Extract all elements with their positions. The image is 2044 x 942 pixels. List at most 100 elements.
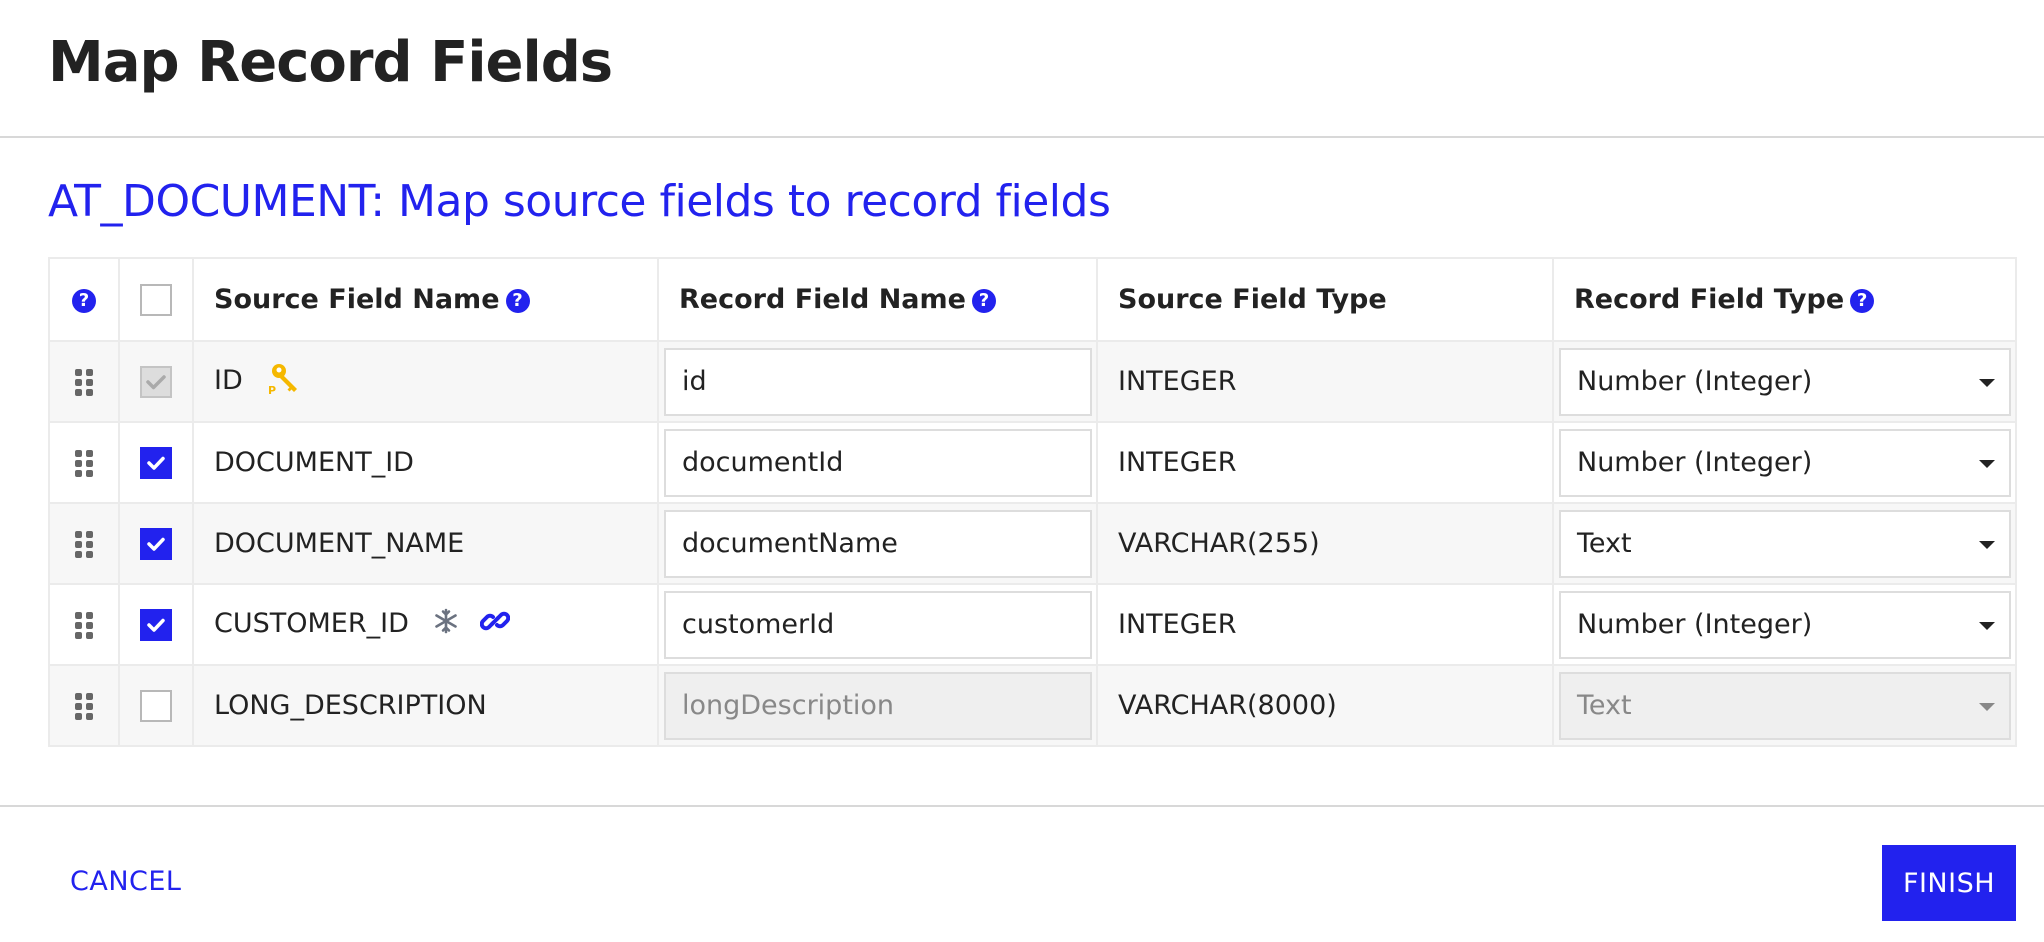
- header-record-field-type: Record Field Type?: [1552, 257, 2017, 342]
- record-field-name-cell: [657, 502, 1098, 585]
- source-field-name-cell: CUSTOMER_ID: [192, 583, 659, 666]
- row-checkbox: [140, 365, 172, 398]
- checkbox-cell: [118, 583, 194, 666]
- help-icon[interactable]: ?: [505, 289, 530, 313]
- source-field-type-cell: VARCHAR(255): [1096, 502, 1554, 585]
- row-checkbox[interactable]: [140, 527, 172, 560]
- drag-cell: [48, 340, 120, 423]
- source-field-name-cell: LONG_DESCRIPTION: [192, 664, 659, 747]
- table-row: ID P INTEGER Number (Integer): [48, 340, 2017, 423]
- caret-down-icon: [1979, 378, 1995, 387]
- header-source-field-name: Source Field Name?: [192, 257, 659, 342]
- record-field-name-input[interactable]: [664, 509, 1092, 578]
- record-field-name-input[interactable]: [664, 590, 1092, 659]
- drag-cell: [48, 502, 120, 585]
- cancel-button[interactable]: CANCEL: [70, 866, 181, 897]
- record-field-name-cell: [657, 583, 1098, 666]
- source-field-type-cell: INTEGER: [1096, 340, 1554, 423]
- checkmark-icon: [147, 618, 165, 632]
- record-field-name-input: [664, 671, 1092, 740]
- record-field-type-select[interactable]: Number (Integer): [1559, 428, 2011, 497]
- record-field-name-cell: [657, 340, 1098, 423]
- record-field-type-cell: Text: [1552, 664, 2017, 747]
- drag-handle-icon[interactable]: [75, 369, 93, 396]
- table-row: CUSTOMER_ID customerId INTEGER Number (I…: [48, 583, 2017, 666]
- header-source-field-type: Source Field Type: [1096, 257, 1554, 342]
- source-field-name: DOCUMENT_NAME: [214, 528, 465, 559]
- field-mapping-table: ? Source Field Name? Record Field Name? …: [48, 257, 2017, 747]
- drag-handle-icon[interactable]: [75, 450, 93, 477]
- drag-handle-icon[interactable]: [75, 531, 93, 558]
- record-field-type-select: Text: [1559, 671, 2011, 740]
- dialog-subtitle: AT_DOCUMENT: Map source fields to record…: [48, 176, 1111, 227]
- source-field-name: ID: [214, 365, 243, 396]
- source-field-name-cell: DOCUMENT_ID: [192, 421, 659, 504]
- help-icon[interactable]: ?: [971, 289, 996, 313]
- header-help-cell: ?: [48, 257, 120, 342]
- checkbox-cell: [118, 340, 194, 423]
- source-field-name: LONG_DESCRIPTION: [214, 690, 487, 721]
- source-field-type: VARCHAR(255): [1118, 528, 1320, 559]
- header-label: Record Field Type: [1574, 284, 1845, 315]
- selected-value: Number (Integer): [1577, 365, 1813, 397]
- source-field-type: VARCHAR(8000): [1118, 690, 1337, 721]
- record-field-name-cell: [657, 664, 1098, 747]
- caret-down-icon: [1979, 459, 1995, 468]
- drag-cell: [48, 583, 120, 666]
- header-record-field-name: Record Field Name?: [657, 257, 1098, 342]
- primary-key-icon: P: [267, 361, 303, 402]
- help-icon[interactable]: ?: [72, 289, 96, 313]
- record-field-type-select[interactable]: Number (Integer): [1559, 590, 2011, 659]
- table-row: LONG_DESCRIPTION VARCHAR(8000) Text: [48, 664, 2017, 747]
- selected-value: Text: [1577, 527, 1632, 559]
- source-field-type-cell: INTEGER: [1096, 421, 1554, 504]
- drag-handle-icon[interactable]: [75, 612, 93, 639]
- row-checkbox[interactable]: [140, 446, 172, 479]
- source-field-name: CUSTOMER_ID: [214, 608, 409, 639]
- header-select-all-cell: [118, 257, 194, 342]
- selected-value: Number (Integer): [1577, 608, 1813, 640]
- checkbox-cell: [118, 421, 194, 504]
- drag-cell: [48, 421, 120, 504]
- record-field-name-input[interactable]: [664, 428, 1092, 497]
- checkbox-cell: [118, 664, 194, 747]
- record-field-name-cell: [657, 421, 1098, 504]
- record-field-type-cell: Number (Integer): [1552, 583, 2017, 666]
- checkbox-cell: [118, 502, 194, 585]
- caret-down-icon: [1979, 540, 1995, 549]
- source-field-type: INTEGER: [1118, 609, 1237, 640]
- table-header-row: ? Source Field Name? Record Field Name? …: [48, 257, 2017, 342]
- record-field-type-cell: Text: [1552, 502, 2017, 585]
- checkmark-icon: [147, 537, 165, 551]
- header-label: Source Field Type: [1118, 284, 1387, 315]
- record-field-type-cell: Number (Integer): [1552, 340, 2017, 423]
- finish-button[interactable]: FINISH: [1882, 845, 2016, 921]
- source-field-type: INTEGER: [1118, 447, 1237, 478]
- source-field-type: INTEGER: [1118, 366, 1237, 397]
- source-field-type-cell: INTEGER: [1096, 583, 1554, 666]
- header-divider: [0, 136, 2044, 138]
- select-all-checkbox[interactable]: [140, 283, 172, 316]
- drag-cell: [48, 664, 120, 747]
- selected-value: Text: [1577, 689, 1632, 721]
- footer-divider: [0, 805, 2044, 807]
- snowflake-icon: [433, 608, 459, 641]
- source-field-name: DOCUMENT_ID: [214, 447, 414, 478]
- selected-value: Number (Integer): [1577, 446, 1813, 478]
- help-icon[interactable]: ?: [1850, 289, 1875, 313]
- svg-text:P: P: [268, 384, 276, 395]
- record-field-type-select[interactable]: Text: [1559, 509, 2011, 578]
- drag-handle-icon[interactable]: [75, 693, 93, 720]
- table-row: DOCUMENT_NAME VARCHAR(255) Text: [48, 502, 2017, 585]
- record-field-type-select[interactable]: Number (Integer): [1559, 347, 2011, 416]
- table-row: DOCUMENT_ID INTEGER Number (Integer): [48, 421, 2017, 504]
- link-icon[interactable]: [479, 606, 511, 643]
- caret-down-icon: [1979, 702, 1995, 711]
- source-field-name-cell: ID P: [192, 340, 659, 423]
- record-field-name-input[interactable]: [664, 347, 1092, 416]
- header-label: Record Field Name: [679, 284, 966, 315]
- dialog-title: Map Record Fields: [48, 30, 613, 95]
- source-field-name-cell: DOCUMENT_NAME: [192, 502, 659, 585]
- row-checkbox[interactable]: [140, 608, 172, 641]
- row-checkbox[interactable]: [140, 689, 172, 722]
